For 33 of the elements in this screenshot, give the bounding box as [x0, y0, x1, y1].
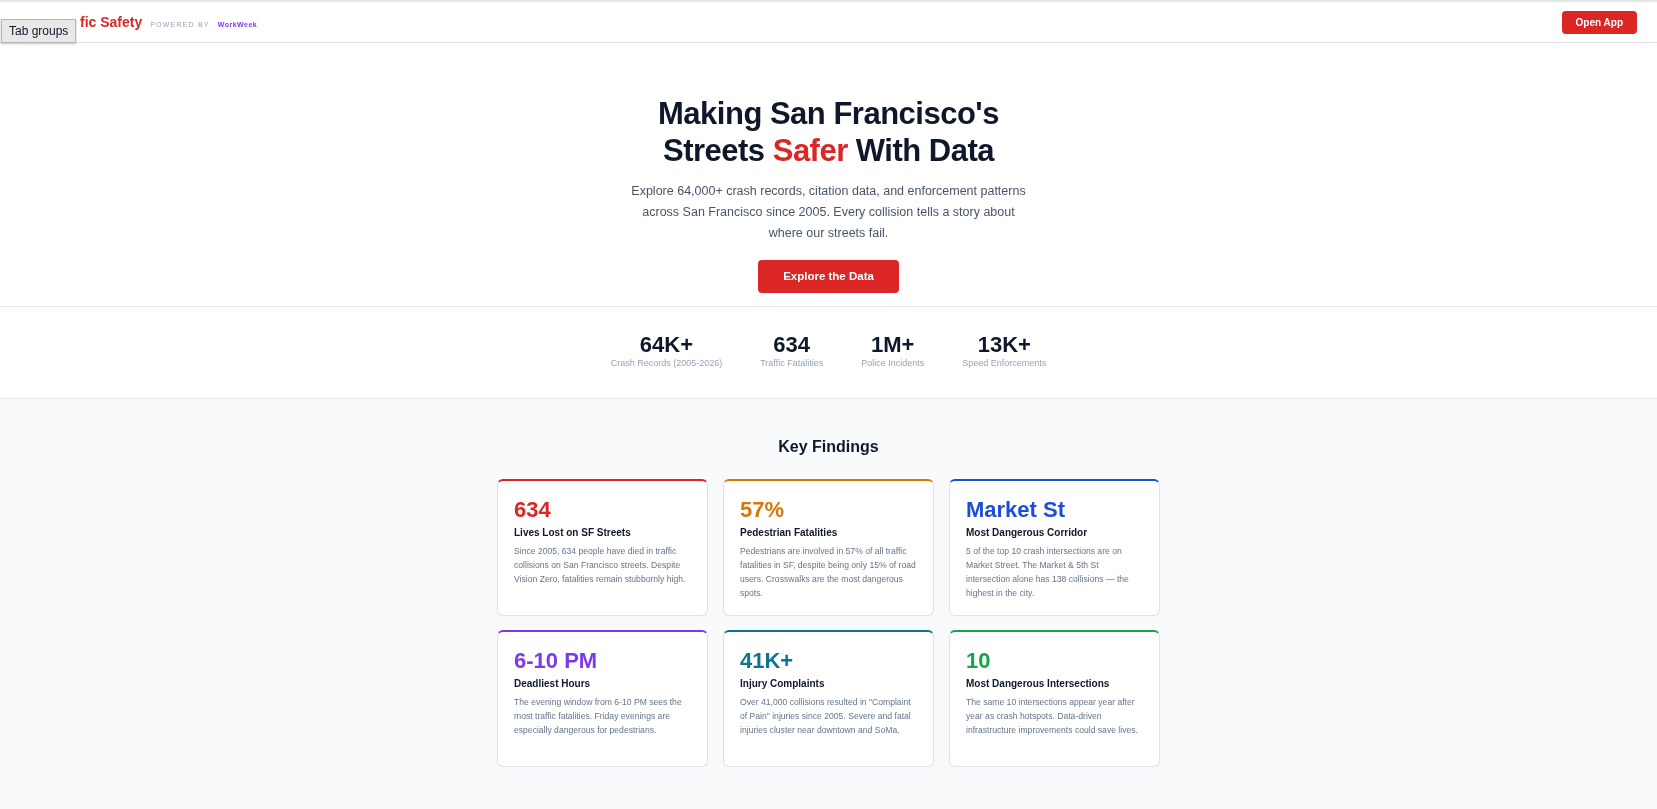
finding-value: Market St — [966, 497, 1067, 523]
finding-description: Since 2005, 634 people have died in traffic collisions on San Francisco streets. Despite Vision Zero, fatalities remain stubbornly high. — [514, 545, 687, 586]
explore-data-button[interactable]: Explore the Data — [758, 260, 899, 294]
stat-label: Crash Records (2005-2026) — [610, 357, 723, 370]
finding-description: 5 of the top 10 crash intersections are on Market Street. The Market & 5th St intersection alone has 138 collisions — the highest in the city. — [966, 545, 1130, 600]
stat-label: Traffic Fatalities — [760, 357, 824, 370]
stat-label: Speed Enforcements — [962, 357, 1047, 370]
site-logo[interactable]: fic Safety — [80, 11, 143, 33]
open-app-button[interactable]: Open App — [1561, 10, 1637, 34]
stat-value: 1M+ — [870, 333, 916, 357]
finding-title: Deadliest Hours — [514, 677, 592, 691]
hero-description: Explore 64,000+ crash records, citation data, and enforcement patterns across San Francisco since 2005. Every collision tells a story about where our streets fail. — [630, 183, 1027, 242]
finding-title: Pedestrian Fatalities — [740, 526, 839, 540]
stat-value: 13K+ — [976, 333, 1032, 357]
finding-value: 41K+ — [740, 648, 795, 674]
tooltip: Tab groups — [1, 19, 77, 43]
finding-value: 10 — [966, 648, 992, 674]
finding-description: Pedestrians are involved in 57% of all traffic fatalities in SF, despite being only 15% of road users. Crosswalks are the most dangerous spots. — [740, 545, 917, 600]
stat-value: 64K+ — [638, 333, 695, 357]
finding-value: 634 — [514, 497, 552, 523]
finding-title: Lives Lost on SF Streets — [514, 526, 632, 540]
finding-description: The evening window from 6-10 PM sees the most traffic fatalities. Friday evenings are especially dangerous for pedestrians. — [514, 696, 683, 737]
stat-value: 634 — [772, 333, 812, 357]
finding-value: 57% — [740, 497, 786, 523]
section-title: Key Findings — [777, 437, 880, 457]
finding-description: Over 41,000 collisions resulted in "Complaint of Pain" injuries since 2005. Severe and fatal injuries cluster near downtown and SoMa. — [740, 696, 912, 737]
finding-title: Most Dangerous Corridor — [966, 526, 1089, 540]
hero-title: Making San Francisco's Streets Safer With Data — [657, 95, 1000, 169]
stat-label: Police Incidents — [861, 357, 925, 370]
finding-value: 6-10 PM — [514, 648, 599, 674]
finding-title: Most Dangerous Intersections — [966, 677, 1111, 691]
finding-title: Injury Complaints — [740, 677, 826, 691]
finding-description: The same 10 intersections appear year after year as crash hotspots. Data-driven infrastructure improvements could save lives. — [966, 696, 1139, 737]
